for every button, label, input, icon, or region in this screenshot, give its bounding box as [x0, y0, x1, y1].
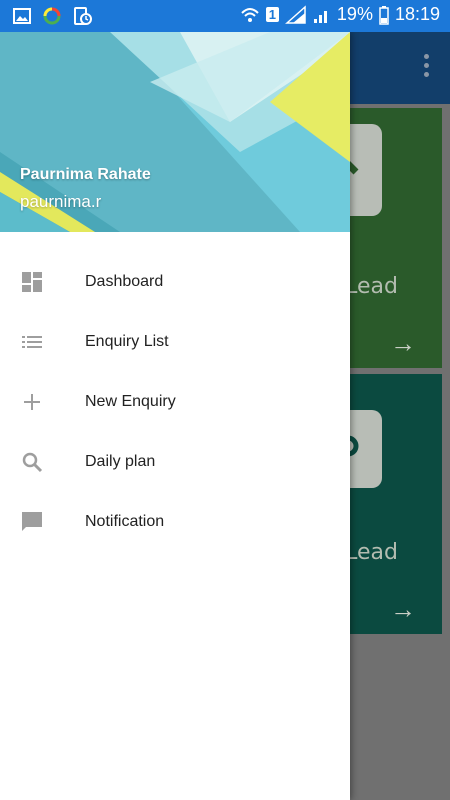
screenshot-clock-icon: [74, 7, 92, 25]
chat-bubble-icon: [22, 512, 42, 531]
arrow-right-icon[interactable]: →: [390, 594, 416, 625]
wifi-icon: [240, 7, 259, 22]
menu-item-daily-plan[interactable]: Daily plan: [0, 432, 350, 492]
app-notification-icon: [43, 7, 61, 25]
battery-icon: [379, 5, 389, 25]
status-bar: 1 19% 18:19: [0, 0, 450, 32]
menu-item-enquiry-list[interactable]: Enquiry List: [0, 312, 350, 372]
menu-label-enquiry-list: Enquiry List: [85, 333, 169, 350]
lead-card[interactable]: Lead →: [338, 108, 442, 368]
search-icon: [22, 452, 43, 473]
menu-item-new-enquiry[interactable]: New Enquiry: [0, 372, 350, 432]
dashboard-icon: [22, 272, 42, 292]
user-name: Paurnima Rahate: [20, 166, 151, 183]
drawer-header: Paurnima Rahate paurnima.r: [0, 32, 350, 232]
gallery-icon: [13, 8, 31, 24]
drawer-menu: Dashboard Enquiry List New Enquiry Daily…: [0, 252, 350, 552]
arrow-right-icon[interactable]: →: [390, 328, 416, 359]
menu-item-dashboard[interactable]: Dashboard: [0, 252, 350, 312]
menu-label-daily-plan: Daily plan: [85, 453, 156, 470]
overflow-menu-icon[interactable]: [424, 54, 430, 80]
menu-item-notification[interactable]: Notification: [0, 492, 350, 552]
lead-card-2[interactable]: Lead →: [337, 374, 442, 634]
battery-percent: 19%: [336, 4, 373, 24]
sim-indicator: 1: [265, 7, 279, 22]
plus-icon: [24, 394, 40, 410]
user-email: paurnima.r: [20, 192, 102, 211]
signal-icon: [284, 4, 306, 24]
menu-label-dashboard: Dashboard: [85, 273, 164, 290]
menu-label-notification: Notification: [85, 513, 165, 530]
signal-2-icon: [313, 10, 327, 23]
clock: 18:19: [394, 4, 440, 24]
navigation-drawer: Paurnima Rahate paurnima.r Dashboard Enq…: [0, 32, 350, 800]
list-icon: [22, 336, 42, 348]
menu-label-new-enquiry: New Enquiry: [85, 393, 176, 410]
